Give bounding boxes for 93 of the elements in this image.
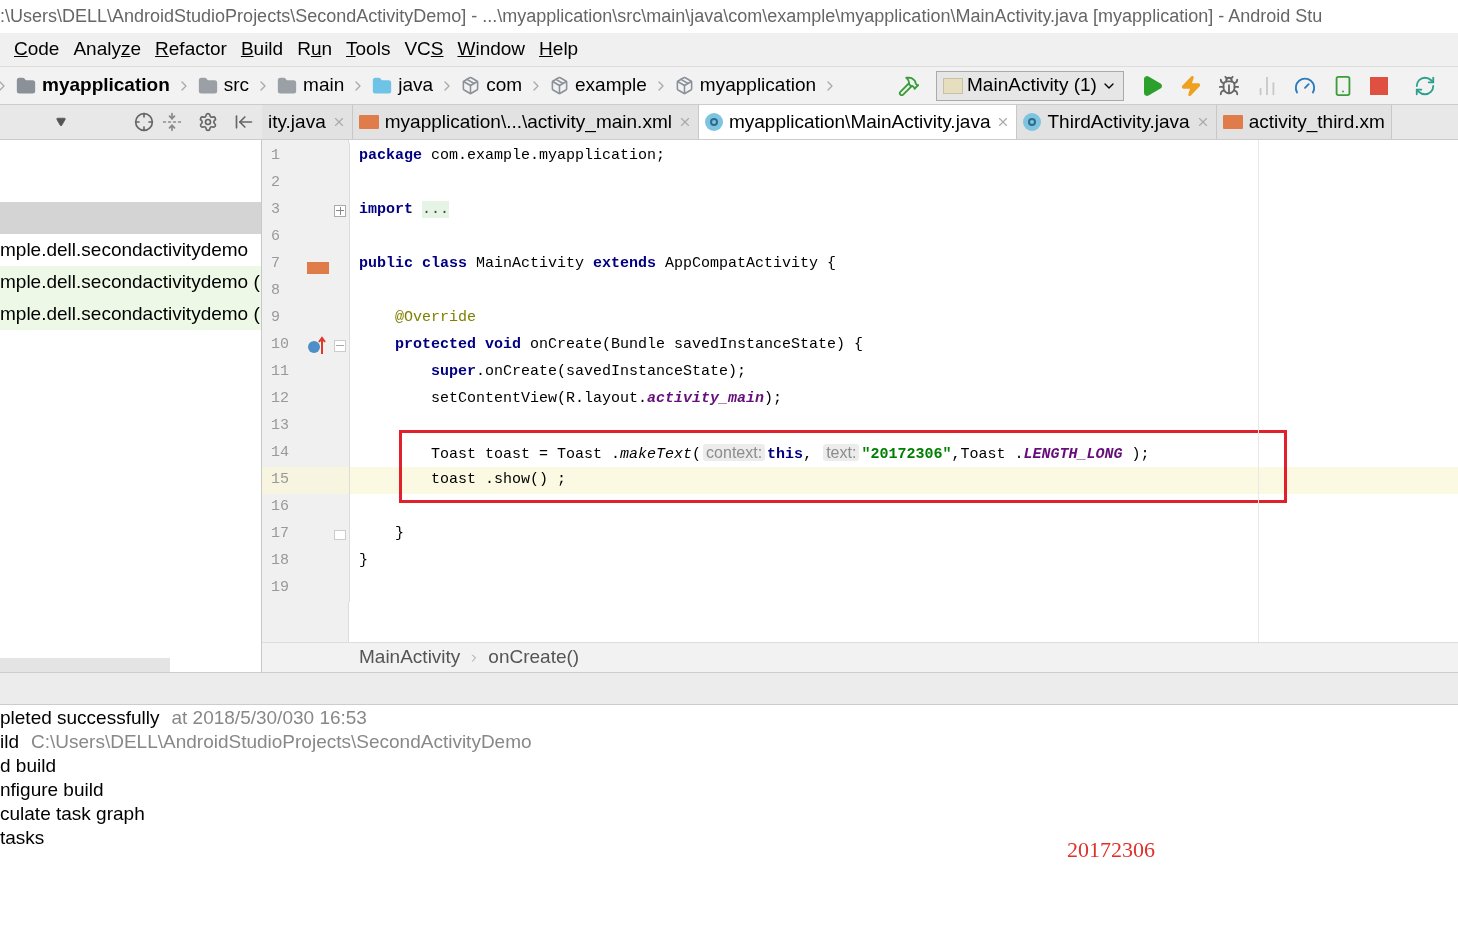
code-line: } [359, 551, 368, 572]
line-number: 18 [270, 551, 290, 572]
code-line: public class MainActivity extends AppCompatActivity { [359, 254, 837, 275]
editor-tab[interactable]: activity_third.xm [1216, 105, 1392, 139]
build-output-detail: at 2018/5/30/030 16:53 [171, 705, 367, 730]
settings-icon[interactable] [198, 112, 218, 132]
breadcrumb-item[interactable]: example [544, 71, 653, 100]
line-number: 6 [270, 227, 281, 248]
build-output-line: ild [0, 729, 19, 754]
run-config-dropdown[interactable]: MainActivity (1) [936, 70, 1124, 101]
line-number: 14 [270, 443, 290, 464]
expand-fold-icon[interactable] [334, 204, 346, 217]
line-number: 8 [270, 281, 281, 302]
menu-item[interactable]: Refactor [155, 35, 227, 64]
editor-tab[interactable]: myapplication\...\activity_main.xml [352, 105, 699, 139]
breadcrumb-item[interactable]: myapplication [10, 71, 176, 100]
editor-tab[interactable]: myapplication\MainActivity.java [698, 105, 1018, 139]
line-number: 7 [270, 254, 281, 275]
line-number: 11 [270, 362, 290, 383]
locate-icon[interactable] [134, 112, 154, 132]
line-number: 16 [270, 497, 290, 518]
menu-item[interactable]: Help [539, 35, 579, 64]
line-number: 10 [270, 335, 290, 356]
folder-icon [372, 75, 393, 96]
code-line: setContentView(R.layout.activity_main); [430, 389, 783, 410]
code-line: toast .show() ; [430, 470, 567, 491]
line-number: 3 [270, 200, 281, 221]
menu-item[interactable]: Window [457, 35, 526, 64]
code-line: Toast toast = Toast .makeText( context: this, text: "20172306",Toast .LENGTH_LONG ); [430, 442, 1150, 465]
editor-tab[interactable]: ThirdActivity.java [1017, 105, 1217, 139]
line-number: 1 [270, 146, 281, 167]
layout-file-icon [358, 115, 379, 129]
class-icon [704, 113, 723, 131]
dropdown-caret-icon[interactable] [56, 117, 66, 127]
overrides-icon [307, 335, 329, 356]
line-number: 17 [270, 524, 290, 545]
menu-item[interactable]: Build [240, 35, 284, 64]
line-number: 2 [270, 173, 281, 194]
code-line: super.onCreate(savedInstanceState); [430, 362, 747, 383]
breadcrumb-item[interactable]: java [366, 71, 440, 100]
build-output-detail: C:\Users\DELL\AndroidStudioProjects\SecondActivityDemo [31, 729, 532, 754]
folder-icon [197, 75, 218, 96]
code-line: protected void onCreate(Bundle savedInstanceState) { [394, 335, 864, 356]
tree-item[interactable]: mple.dell.secondactivitydemo [0, 234, 261, 266]
breadcrumb-item[interactable]: com [455, 71, 529, 100]
build-output-line: d build [0, 753, 56, 778]
tree-item[interactable]: mple.dell.secondactivitydemo ( [0, 266, 261, 298]
editor-tab[interactable]: ity.java [262, 105, 353, 139]
lightning-icon[interactable] [1179, 74, 1202, 97]
code-line: @Override [394, 308, 477, 329]
folder-icon [277, 75, 298, 96]
class-icon [1023, 113, 1042, 131]
menu-item[interactable]: Run [297, 35, 333, 64]
breadcrumb-item[interactable]: MainActivity [359, 643, 461, 672]
build-output-line: tasks [0, 825, 45, 850]
menu-item[interactable]: VCS [404, 35, 444, 64]
debug-icon[interactable] [1217, 74, 1240, 97]
stop-icon[interactable] [1369, 76, 1388, 95]
code-line: import ... [359, 200, 450, 221]
scrollbar-thumb[interactable] [0, 658, 170, 672]
build-output-line: nfigure build [0, 777, 104, 802]
layout-file-icon [1222, 115, 1243, 129]
package-folder-icon [550, 76, 570, 95]
breadcrumb-item[interactable]: myapplication [668, 71, 823, 100]
breadcrumb-item[interactable]: main [271, 71, 351, 100]
breadcrumb-item[interactable]: src [191, 71, 256, 100]
sync-icon[interactable] [1413, 74, 1436, 97]
line-number: 13 [270, 416, 290, 437]
toast-message: 20172306 [1067, 836, 1155, 864]
line-number: 12 [270, 389, 290, 410]
collapse-fold-icon[interactable] [334, 339, 346, 352]
hide-panel-icon[interactable] [234, 112, 254, 132]
android-config-icon [943, 77, 964, 94]
build-output-line: pleted successfully [0, 705, 160, 730]
window-title: :\Users\DELL\AndroidStudioProjects\SecondActivityDemo] - ...\myapplication\src\main\java\com\example\myapplication\MainActivity.java [myapplication] - Android Stu [0, 5, 1323, 28]
hammer-icon[interactable] [898, 74, 921, 97]
module-folder-icon [16, 75, 36, 96]
line-number: 9 [270, 308, 281, 329]
fold-end-icon[interactable] [334, 529, 346, 540]
menu-item[interactable]: Code [14, 35, 60, 64]
package-folder-icon [674, 76, 694, 95]
breadcrumb-item[interactable]: onCreate() [488, 643, 580, 672]
package-folder-icon [461, 76, 481, 95]
code-line: package com.example.myapplication; [359, 146, 666, 167]
build-output-line: culate task graph [0, 801, 145, 826]
collapse-all-icon[interactable] [162, 112, 182, 132]
tree-item[interactable]: mple.dell.secondactivitydemo ( [0, 298, 261, 330]
layout-file-icon [307, 261, 329, 274]
code-line: } [394, 524, 404, 545]
menu-item[interactable]: Analyze [73, 35, 142, 64]
menu-item[interactable]: Tools [346, 35, 391, 64]
line-number: 19 [270, 578, 290, 599]
line-number: 15 [270, 470, 290, 491]
